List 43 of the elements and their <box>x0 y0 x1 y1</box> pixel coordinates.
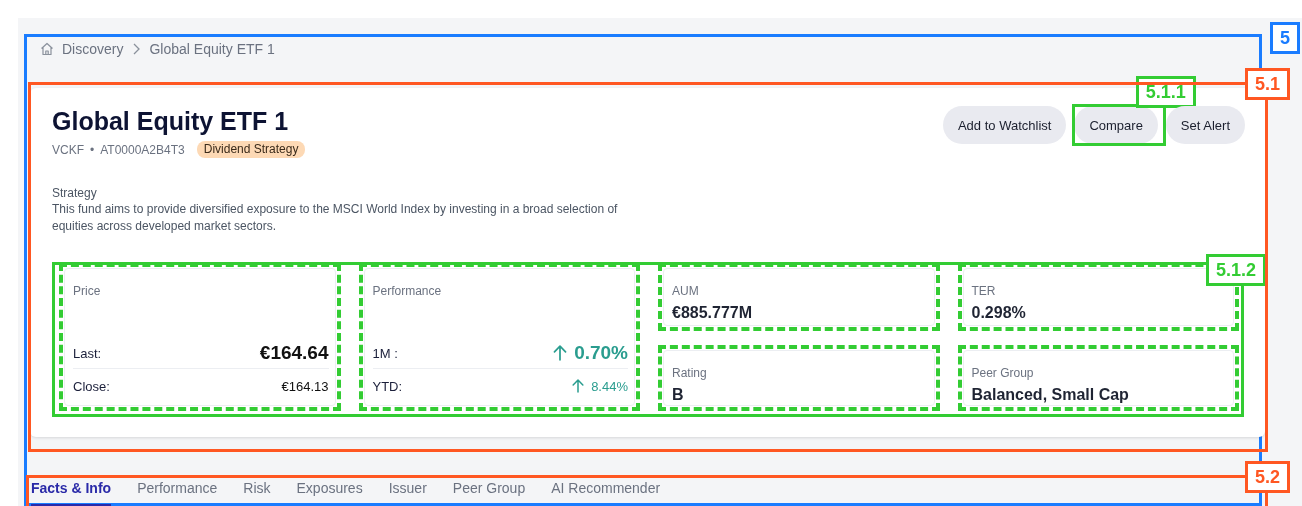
action-button[interactable]: Set Alert <box>1165 106 1245 144</box>
metric-label: Peer Group <box>971 366 1035 380</box>
metric-value: B <box>672 386 685 404</box>
annotation-label: 5 <box>1270 22 1300 54</box>
annotation-label: 5.1 <box>1244 68 1290 100</box>
row-label: Last: <box>73 345 102 361</box>
tab[interactable]: Facts & Info <box>31 479 112 506</box>
annotation-label: 5.1.2 <box>1205 254 1266 286</box>
annotation-label: 5.2 <box>1244 461 1290 493</box>
tab[interactable]: Risk <box>243 479 271 506</box>
strategy-text: This fund aims to provide diversified exposure to the MSCI World Index by investing in a broad selection of equities across developed market sectors. <box>52 201 619 235</box>
change-value: 0.70% <box>574 342 628 364</box>
metric-value: €885.777M <box>672 304 754 322</box>
ticker-text: VCKF <box>52 142 84 157</box>
action-button[interactable]: Add to Watchlist <box>942 106 1067 144</box>
metric-value: Balanced, Small Cap <box>971 386 1130 404</box>
metric-label: Performance <box>372 284 443 298</box>
metric-label: Price <box>73 284 102 298</box>
price-value: €164.13 <box>281 378 329 394</box>
breadcrumb-current: Global Equity ETF 1 <box>149 41 275 57</box>
tab[interactable]: AI Recommender <box>551 479 661 506</box>
action-button[interactable]: Compare <box>1074 106 1158 144</box>
separator-dot: • <box>90 142 95 157</box>
strategy-label: Strategy <box>52 185 98 201</box>
metric-label: Rating <box>672 366 708 380</box>
row-label: 1M : <box>372 345 398 361</box>
breadcrumb-link[interactable]: Discovery <box>62 41 124 57</box>
tab[interactable]: Exposures <box>296 479 363 506</box>
tab[interactable]: Performance <box>137 479 218 506</box>
price-value: €164.64 <box>259 342 329 364</box>
tab[interactable]: Peer Group <box>452 479 526 506</box>
strategy-tag: Dividend Strategy <box>196 141 306 158</box>
home-icon[interactable] <box>40 42 54 56</box>
chevron-right-icon <box>131 42 142 56</box>
metric-value: 0.298% <box>971 304 1027 322</box>
tab[interactable]: Issuer <box>388 479 427 506</box>
row-label: YTD: <box>372 378 403 394</box>
metric-label: TER <box>971 284 997 298</box>
isin-text: AT0000A2B4T3 <box>100 142 185 157</box>
metric-label: AUM <box>672 284 700 298</box>
change-value: 8.44% <box>591 378 628 394</box>
row-label: Close: <box>73 378 110 394</box>
fund-title: Global Equity ETF 1 <box>52 106 290 136</box>
